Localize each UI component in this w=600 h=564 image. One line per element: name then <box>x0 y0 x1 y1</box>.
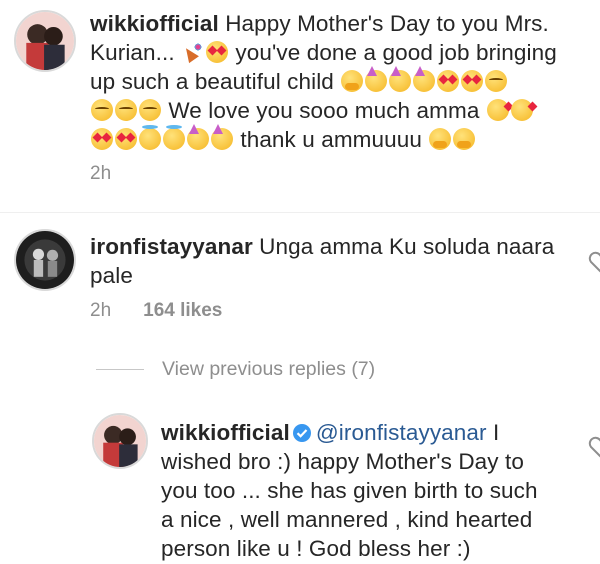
comment-username[interactable]: ironfistayyanar <box>90 234 253 259</box>
reply-wikkiofficial: wikkiofficial @ironfistayyanar I wished b… <box>0 400 600 564</box>
comment-username[interactable]: wikkiofficial <box>90 11 219 36</box>
comment-text-line: Happy Mother's Day to you Mrs. <box>225 11 549 36</box>
avatar-photo-icon <box>16 231 74 289</box>
comment-meta: 2h <box>90 163 111 185</box>
partying-face-icon <box>211 124 233 150</box>
partying-face-icon <box>389 66 412 92</box>
avatar[interactable] <box>14 10 76 72</box>
comment-text-line: up such a beautiful child <box>90 69 334 94</box>
smiling-face-with-hearts-icon <box>91 128 113 150</box>
comment-text-line: Kurian... <box>90 40 175 65</box>
comment-text-line: thank u ammuuuu <box>240 127 422 152</box>
smiling-face-with-hearts-icon <box>461 70 484 92</box>
comment-ironfistayyanar: ironfistayyanar Unga amma Ku soluda naar… <box>0 213 600 333</box>
replies-line <box>96 369 144 370</box>
comment-wikkiofficial: wikkiofficial Happy Mother's Day to you … <box>0 0 600 212</box>
face-blowing-kiss-icon <box>510 99 533 121</box>
avatar[interactable] <box>14 229 76 291</box>
likes-count[interactable]: 164 likes <box>143 300 222 321</box>
comment-text-line: you've done a good job bringing <box>235 40 557 65</box>
smiling-face-with-hearts-icon <box>437 70 460 92</box>
comment-body: ironfistayyanar Unga amma Ku soluda naar… <box>90 232 560 290</box>
comment-body: wikkiofficial Happy Mother's Day to you … <box>90 9 590 154</box>
verified-badge-icon <box>292 424 311 442</box>
smiling-face-icon <box>139 99 161 121</box>
partying-face-icon <box>413 66 436 92</box>
reply-body: wikkiofficial @ironfistayyanar I wished b… <box>161 418 591 563</box>
smiling-face-with-halo-icon <box>139 125 161 150</box>
reply-text-line: wished bro :) happy Mother's Day to <box>161 449 524 474</box>
comment-text-line: Unga amma Ku soluda naara <box>259 234 555 259</box>
view-previous-replies-button[interactable]: View previous replies (7) <box>162 358 375 381</box>
reply-text-line: you too ... she has given birth to such <box>161 478 538 503</box>
mention-link[interactable]: @ironfistayyanar <box>316 420 487 445</box>
reply-text-line: I <box>492 420 500 445</box>
hugging-face-icon <box>453 128 476 150</box>
comment-time: 2h <box>90 300 112 321</box>
partying-face-icon <box>187 124 209 150</box>
smiling-face-with-halo-icon <box>163 125 185 150</box>
comment-text-line: We love you sooo much amma <box>168 98 480 123</box>
hugging-face-icon <box>429 128 452 150</box>
smiling-face-icon <box>91 99 113 121</box>
comment-meta: 2h 164 likes <box>90 300 222 322</box>
heart-icon[interactable] <box>588 251 600 273</box>
partying-face-icon <box>365 66 388 92</box>
smiling-face-icon <box>485 70 508 92</box>
party-popper-icon <box>182 41 204 63</box>
heart-outline-icon <box>588 436 600 458</box>
heart-icon[interactable] <box>588 436 600 458</box>
avatar-photo-icon <box>16 12 74 70</box>
comment-text-line: pale <box>90 263 133 288</box>
smiling-face-icon <box>115 99 137 121</box>
smiling-face-with-hearts-icon <box>206 41 229 63</box>
reply-username[interactable]: wikkiofficial <box>161 420 290 445</box>
face-blowing-kiss-icon <box>486 99 509 121</box>
hugging-face-icon <box>341 70 364 92</box>
avatar[interactable] <box>92 413 148 469</box>
heart-outline-icon <box>588 251 600 273</box>
smiling-face-with-hearts-icon <box>115 128 137 150</box>
comment-time: 2h <box>90 163 112 184</box>
reply-text-line: person like u ! God bless her :) <box>161 536 471 561</box>
avatar-photo-icon <box>94 415 146 467</box>
reply-text-line: a nice , well mannered , kind hearted <box>161 507 533 532</box>
